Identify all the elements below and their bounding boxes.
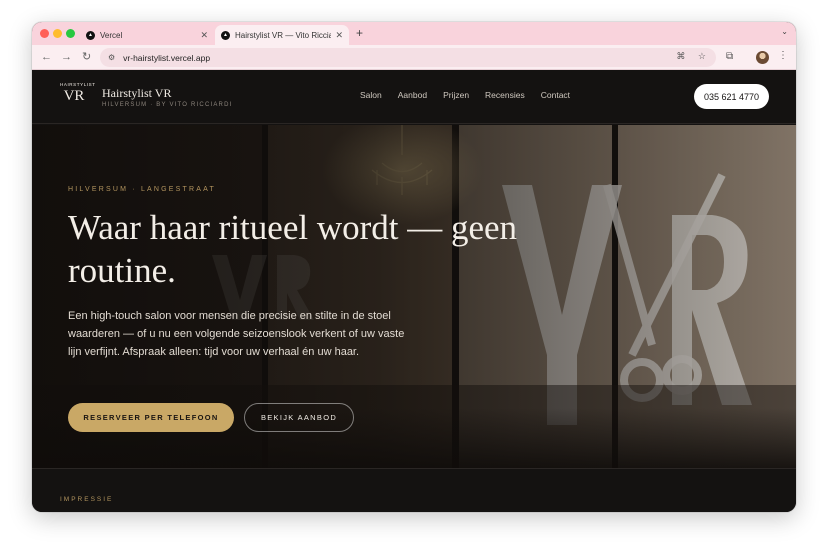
vercel-favicon-icon: ▲	[86, 30, 95, 40]
hero-headline: Waar haar ritueel wordt — geen routine.	[68, 208, 518, 290]
brand-subtitle: HILVERSUM · BY VITO RICCIARDI	[102, 102, 233, 108]
site-settings-icon[interactable]: ⚙	[108, 53, 115, 62]
phone-button[interactable]: 035 621 4770	[694, 84, 769, 109]
section-label: IMPRESSIE	[60, 496, 114, 503]
hero-intro: Een high-touch salon voor mensen die pre…	[68, 310, 405, 358]
main-nav: Salon Aanbod Prijzen Recensies Contact	[360, 90, 586, 100]
tab-hairstylist[interactable]: ▲ Hairstylist VR — Vito Ricciardi ✕	[215, 25, 349, 45]
browser-window: ▲ Vercel ✕ ▲ Hairstylist VR — Vito Ricci…	[32, 22, 796, 512]
nav-link-salon[interactable]: Salon	[360, 90, 382, 100]
extensions-icon[interactable]: ⧉	[726, 51, 733, 62]
nav-link-contact[interactable]: Contact	[541, 90, 570, 100]
hero-section: HILVERSUM · LANGESTRAAT Waar haar rituee…	[32, 125, 796, 468]
translate-icon[interactable]: ⌘	[676, 51, 685, 61]
browser-menu-icon[interactable]: ⋮	[778, 50, 788, 61]
impression-section: IMPRESSIE	[32, 468, 796, 512]
address-bar-actions: ⌘ ☆	[666, 51, 706, 62]
view-offer-button[interactable]: BEKIJK AANBOD	[244, 403, 354, 432]
bookmark-star-icon[interactable]: ☆	[698, 51, 706, 61]
close-window-button[interactable]	[40, 29, 49, 38]
tab-search-chevron-icon[interactable]: ⌄	[781, 27, 788, 36]
tab-vercel[interactable]: ▲ Vercel ✕	[80, 25, 214, 45]
new-tab-button[interactable]: +	[356, 26, 363, 40]
hero-eyebrow: HILVERSUM · LANGESTRAAT	[68, 186, 216, 193]
nav-link-recensies[interactable]: Recensies	[485, 90, 525, 100]
tab-title: Vercel	[100, 30, 123, 40]
tab-title: Hairstylist VR — Vito Ricciardi	[235, 30, 332, 40]
reload-button[interactable]: ↻	[82, 50, 91, 64]
brand-name: Hairstylist VR	[102, 86, 172, 100]
profile-avatar[interactable]	[756, 51, 769, 64]
nav-link-aanbod[interactable]: Aanbod	[398, 90, 427, 100]
maximize-window-button[interactable]	[66, 29, 75, 38]
minimize-window-button[interactable]	[53, 29, 62, 38]
reserve-by-phone-button[interactable]: RESERVEER PER TELEFOON	[68, 403, 234, 432]
close-tab-icon[interactable]: ✕	[200, 30, 208, 41]
browser-toolbar: ← → ↻ ⚙ vr-hairstylist.vercel.app ⌘ ☆ ⧉ …	[32, 45, 796, 70]
close-tab-icon[interactable]: ✕	[335, 30, 343, 41]
vercel-favicon-icon: ▲	[221, 30, 230, 40]
logo-main-text: VR	[63, 88, 85, 104]
address-bar[interactable]: ⚙ vr-hairstylist.vercel.app ⌘ ☆	[100, 48, 716, 67]
tab-strip: ▲ Vercel ✕ ▲ Hairstylist VR — Vito Ricci…	[32, 22, 796, 45]
site-header: HAIRSTYLIST VR Hairstylist VR HILVERSUM …	[32, 70, 796, 124]
forward-button[interactable]: →	[61, 50, 72, 64]
url-text: vr-hairstylist.vercel.app	[123, 52, 211, 63]
nav-link-prijzen[interactable]: Prijzen	[443, 90, 469, 100]
site-logo[interactable]: HAIRSTYLIST VR	[60, 82, 95, 112]
back-button[interactable]: ←	[41, 50, 52, 64]
